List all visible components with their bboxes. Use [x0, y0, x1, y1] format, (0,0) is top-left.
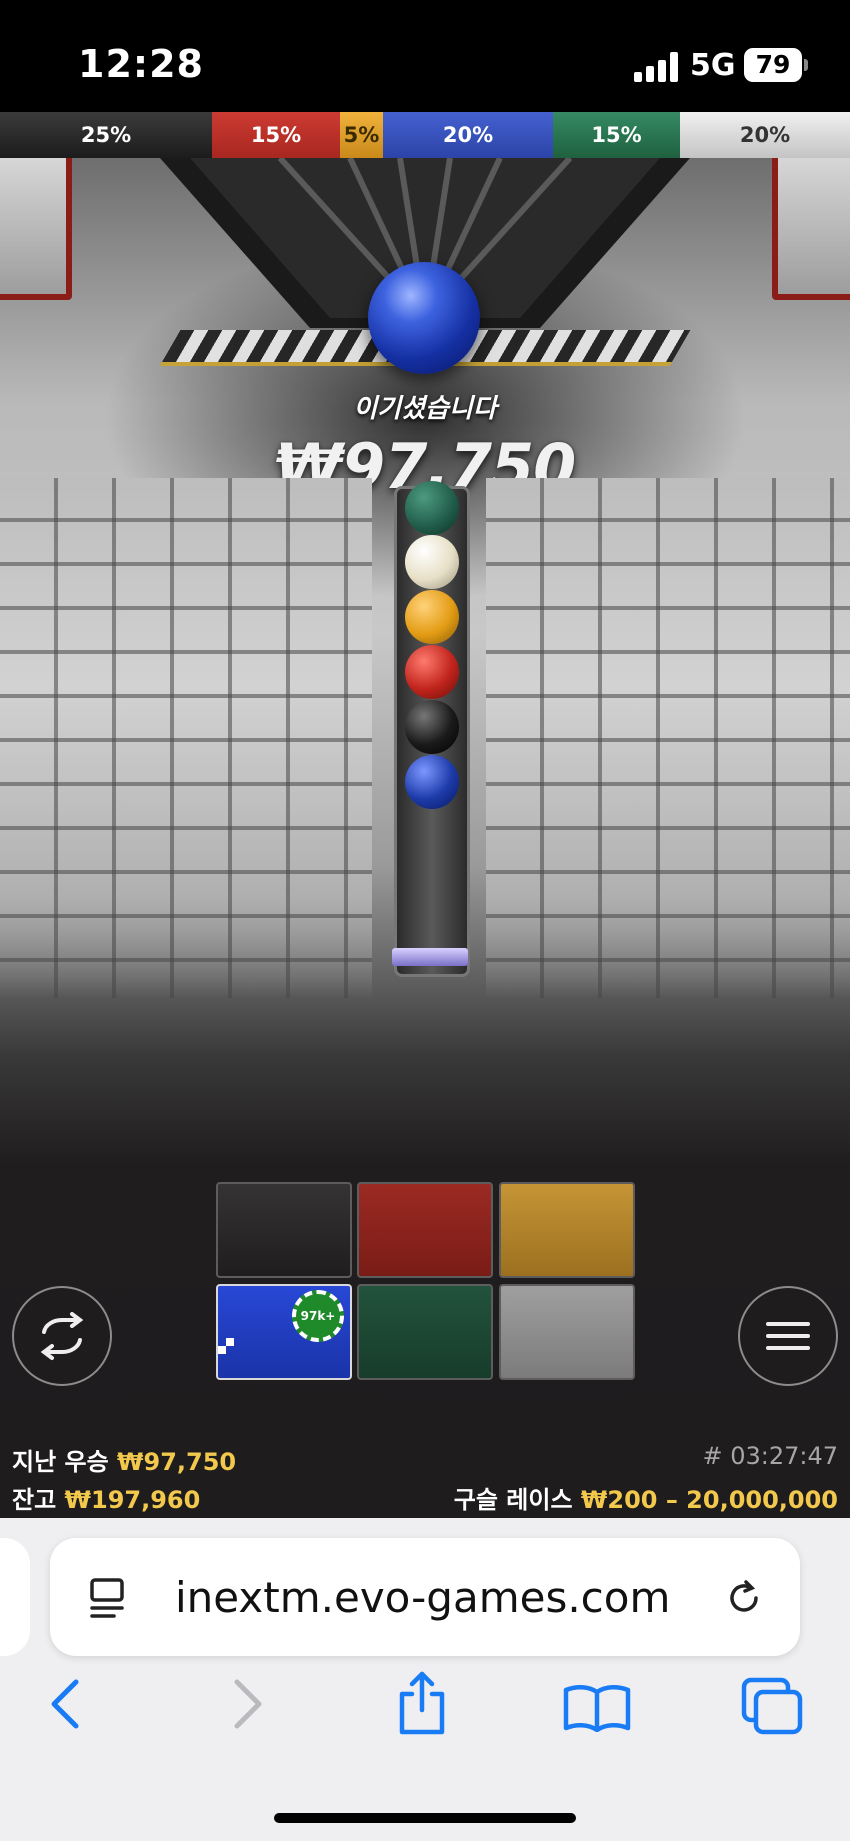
ball-tube	[394, 481, 470, 977]
forward-icon[interactable]	[225, 1676, 269, 1732]
bookmarks-icon[interactable]	[562, 1682, 632, 1732]
right-tile-wall	[486, 478, 850, 998]
tube-ball-white	[405, 535, 459, 589]
clock: 12:28	[78, 42, 204, 86]
menu-button[interactable]	[738, 1286, 838, 1386]
home-indicator	[274, 1813, 576, 1823]
game-label: 구슬 레이스	[453, 1486, 573, 1514]
battery-icon: 79	[744, 48, 802, 82]
reload-icon[interactable]	[720, 1574, 768, 1622]
bet-black[interactable]	[216, 1182, 352, 1278]
odds-blue: 20%	[383, 112, 553, 158]
odds-bar: 25% 15% 5% 20% 15% 20%	[0, 112, 850, 158]
odds-red: 15%	[212, 112, 340, 158]
bet-range: ₩200 – 20,000,000	[580, 1486, 838, 1514]
tube-ball-red	[405, 645, 459, 699]
odds-silver: 20%	[680, 112, 850, 158]
last-win-label: 지난 우승	[12, 1448, 109, 1476]
previous-tab-peek[interactable]	[0, 1538, 30, 1656]
game-info: 구슬 레이스 ₩200 – 20,000,000	[454, 1480, 838, 1515]
tube-base	[392, 948, 468, 966]
balance-label: 잔고	[12, 1486, 57, 1514]
left-wall-frame	[0, 158, 72, 300]
balance-value: ₩197,960	[64, 1486, 201, 1514]
repeat-icon	[40, 1312, 84, 1360]
left-tile-wall	[0, 478, 372, 998]
last-win-value: ₩97,750	[117, 1448, 237, 1476]
odds-gold: 5%	[340, 112, 383, 158]
repeat-button[interactable]	[12, 1286, 112, 1386]
bet-green[interactable]	[357, 1284, 493, 1380]
tube-ball-green	[405, 481, 459, 535]
signal-icon	[634, 52, 678, 82]
network-label: 5G	[690, 48, 736, 83]
reader-icon[interactable]	[84, 1574, 132, 1622]
odds-black: 25%	[0, 112, 212, 158]
last-win-info: 지난 우승 ₩97,750	[12, 1442, 236, 1477]
round-id: # 03:27:47	[702, 1442, 838, 1470]
bet-chip: 97k+	[292, 1290, 344, 1342]
tube-ball-black	[405, 700, 459, 754]
status-bar: 12:28 5G 79	[0, 0, 850, 112]
balance-info: 잔고 ₩197,960	[12, 1480, 200, 1515]
url-text[interactable]: inextm.evo-games.com	[175, 1573, 670, 1622]
winning-ball	[368, 262, 480, 374]
bet-gold[interactable]	[499, 1182, 635, 1278]
back-icon[interactable]	[44, 1676, 88, 1732]
odds-green: 15%	[553, 112, 680, 158]
battery-tip	[804, 59, 808, 71]
bet-red[interactable]	[357, 1182, 493, 1278]
tabs-icon[interactable]	[740, 1676, 806, 1738]
tube-ball-blue	[405, 755, 459, 809]
menu-icon	[766, 1322, 810, 1350]
right-wall-frame	[772, 158, 850, 300]
win-label: 이기셨습니다	[353, 394, 497, 424]
tube-ball-gold	[405, 590, 459, 644]
share-icon[interactable]	[394, 1670, 450, 1736]
bet-silver[interactable]	[499, 1284, 635, 1380]
